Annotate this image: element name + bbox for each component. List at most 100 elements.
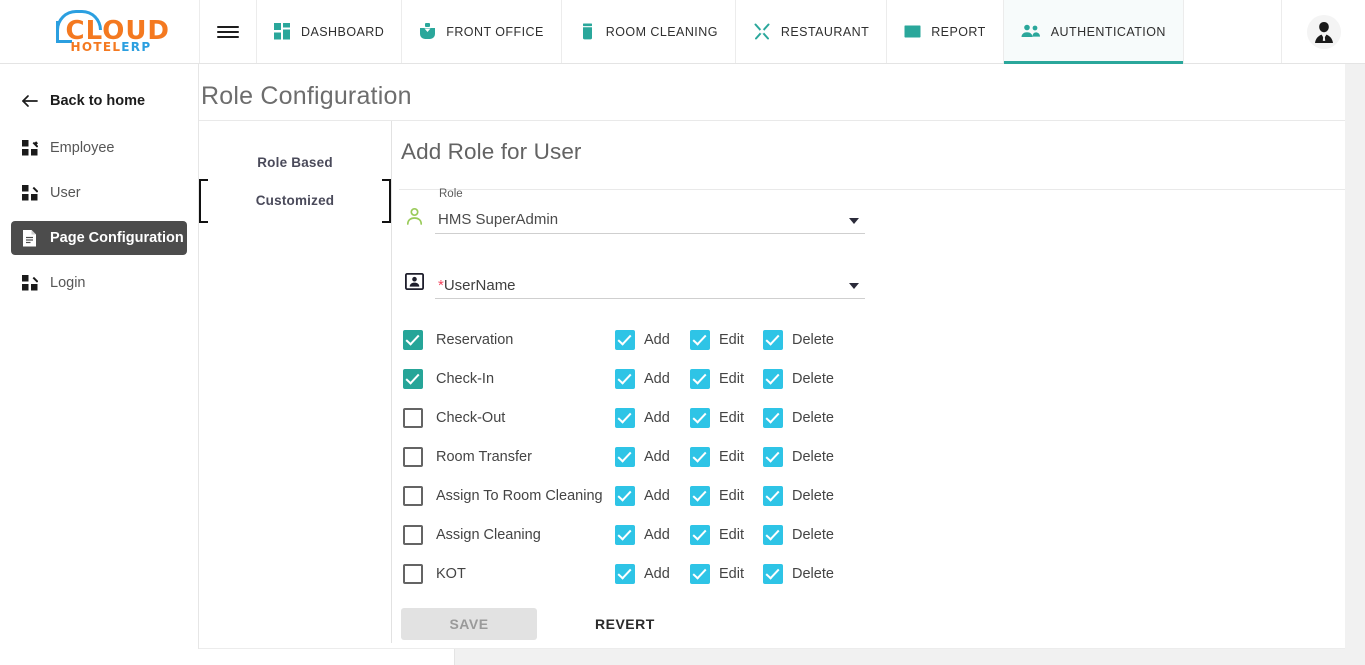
delete-checkbox[interactable] bbox=[763, 564, 783, 584]
add-checkbox[interactable] bbox=[615, 525, 635, 545]
permission-checkbox[interactable] bbox=[403, 369, 423, 389]
form-heading: Add Role for User bbox=[399, 139, 1365, 165]
logo-erp-text: ERP bbox=[121, 40, 151, 54]
edit-label: Edit bbox=[719, 449, 744, 465]
tab-role-based[interactable]: Role Based bbox=[199, 143, 391, 181]
sidebar-item-login[interactable]: Login bbox=[11, 266, 187, 300]
edit-checkbox[interactable] bbox=[690, 525, 710, 545]
horizontal-scrollbar[interactable] bbox=[0, 649, 1365, 665]
permission-action-edit: Edit bbox=[690, 564, 763, 584]
grid-plus-icon bbox=[21, 185, 38, 202]
permission-action-add: Add bbox=[615, 330, 690, 350]
permission-action-delete: Delete bbox=[763, 330, 853, 350]
nav-tab-front-office[interactable]: FRONT OFFICE bbox=[401, 0, 561, 63]
user-menu-button[interactable] bbox=[1281, 0, 1365, 63]
nav-tab-label: FRONT OFFICE bbox=[446, 25, 544, 39]
permission-action-delete: Delete bbox=[763, 447, 853, 467]
permission-checkbox[interactable] bbox=[403, 486, 423, 506]
add-label: Add bbox=[644, 332, 670, 348]
left-sidebar: Back to home Employee User bbox=[0, 64, 199, 665]
sidebar-item-page-configuration[interactable]: Page Configuration bbox=[11, 221, 187, 255]
sidebar-item-label: Login bbox=[50, 275, 85, 291]
permission-action-delete: Delete bbox=[763, 486, 853, 506]
edit-checkbox[interactable] bbox=[690, 369, 710, 389]
role-select[interactable]: Role HMS SuperAdmin bbox=[435, 204, 865, 234]
delete-checkbox[interactable] bbox=[763, 408, 783, 428]
edit-checkbox[interactable] bbox=[690, 330, 710, 350]
nav-tab-label: REPORT bbox=[931, 25, 986, 39]
person-outline-icon bbox=[401, 203, 427, 229]
tab-label: Customized bbox=[256, 193, 335, 208]
revert-button[interactable]: REVERT bbox=[581, 608, 669, 640]
permission-action-delete: Delete bbox=[763, 564, 853, 584]
permission-label: KOT bbox=[436, 566, 466, 582]
permission-main: KOT bbox=[403, 564, 615, 584]
permission-checkbox[interactable] bbox=[403, 525, 423, 545]
delete-checkbox[interactable] bbox=[763, 525, 783, 545]
permission-checkbox[interactable] bbox=[403, 564, 423, 584]
add-checkbox[interactable] bbox=[615, 330, 635, 350]
permission-row: Room TransferAddEditDelete bbox=[403, 437, 1365, 476]
delete-checkbox[interactable] bbox=[763, 486, 783, 506]
nav-tab-restaurant[interactable]: RESTAURANT bbox=[735, 0, 886, 63]
permission-action-add: Add bbox=[615, 369, 690, 389]
sidebar-item-back-to-home[interactable]: Back to home bbox=[11, 84, 187, 118]
permission-actions: AddEditDelete bbox=[615, 408, 853, 428]
sidebar-item-user[interactable]: User bbox=[11, 176, 187, 210]
square-icon bbox=[904, 23, 921, 40]
delete-checkbox[interactable] bbox=[763, 330, 783, 350]
chevron-down-icon bbox=[849, 283, 859, 289]
nav-tab-dashboard[interactable]: DASHBOARD bbox=[256, 0, 401, 63]
permission-main: Check-In bbox=[403, 369, 615, 389]
edit-label: Edit bbox=[719, 527, 744, 543]
add-role-form: Add Role for User Role HMS SuperAdmin bbox=[392, 121, 1365, 643]
edit-checkbox[interactable] bbox=[690, 486, 710, 506]
chevron-down-icon bbox=[849, 218, 859, 224]
permission-label: Check-Out bbox=[436, 410, 505, 426]
save-button[interactable]: SAVE bbox=[401, 608, 537, 640]
grid-icon bbox=[274, 23, 291, 40]
delete-checkbox[interactable] bbox=[763, 369, 783, 389]
nav-tab-report[interactable]: REPORT bbox=[886, 0, 1003, 63]
permission-checkbox[interactable] bbox=[403, 330, 423, 350]
permission-row: KOTAddEditDelete bbox=[403, 554, 1365, 593]
permission-checkbox[interactable] bbox=[403, 408, 423, 428]
edit-checkbox[interactable] bbox=[690, 408, 710, 428]
delete-checkbox[interactable] bbox=[763, 447, 783, 467]
nav-tab-authentication[interactable]: AUTHENTICATION bbox=[1003, 0, 1184, 63]
hamburger-icon[interactable] bbox=[200, 0, 256, 63]
vertical-scrollbar[interactable] bbox=[1345, 64, 1365, 665]
add-label: Add bbox=[644, 527, 670, 543]
edit-checkbox[interactable] bbox=[690, 447, 710, 467]
nav-tab-room-cleaning[interactable]: ROOM CLEANING bbox=[561, 0, 735, 63]
document-icon bbox=[21, 230, 38, 247]
edit-checkbox[interactable] bbox=[690, 564, 710, 584]
avatar bbox=[1307, 15, 1341, 49]
add-checkbox[interactable] bbox=[615, 369, 635, 389]
permission-actions: AddEditDelete bbox=[615, 369, 853, 389]
add-label: Add bbox=[644, 410, 670, 426]
delete-label: Delete bbox=[792, 449, 834, 465]
horizontal-scrollbar-thumb[interactable] bbox=[0, 649, 455, 665]
grid-plus-icon bbox=[21, 140, 38, 157]
app-logo[interactable]: CLOUD HOTELERP bbox=[0, 0, 200, 63]
trash-icon bbox=[579, 23, 596, 40]
logo-hotel-text: HOTEL bbox=[71, 40, 122, 54]
add-checkbox[interactable] bbox=[615, 564, 635, 584]
add-checkbox[interactable] bbox=[615, 486, 635, 506]
username-select[interactable]: *UserName bbox=[435, 269, 865, 299]
edit-label: Edit bbox=[719, 332, 744, 348]
permission-action-add: Add bbox=[615, 486, 690, 506]
permission-label: Assign To Room Cleaning bbox=[436, 488, 603, 504]
top-navigation-bar: CLOUD HOTELERP DASHBOARD bbox=[0, 0, 1365, 64]
tab-customized[interactable]: Customized bbox=[199, 181, 391, 219]
permission-action-edit: Edit bbox=[690, 408, 763, 428]
add-checkbox[interactable] bbox=[615, 408, 635, 428]
permission-row: ReservationAddEditDelete bbox=[403, 320, 1365, 359]
hamburger-line bbox=[217, 36, 239, 38]
permission-label: Check-In bbox=[436, 371, 494, 387]
permission-checkbox[interactable] bbox=[403, 447, 423, 467]
role-field-label: Role bbox=[439, 188, 463, 200]
add-checkbox[interactable] bbox=[615, 447, 635, 467]
sidebar-item-employee[interactable]: Employee bbox=[11, 131, 187, 165]
